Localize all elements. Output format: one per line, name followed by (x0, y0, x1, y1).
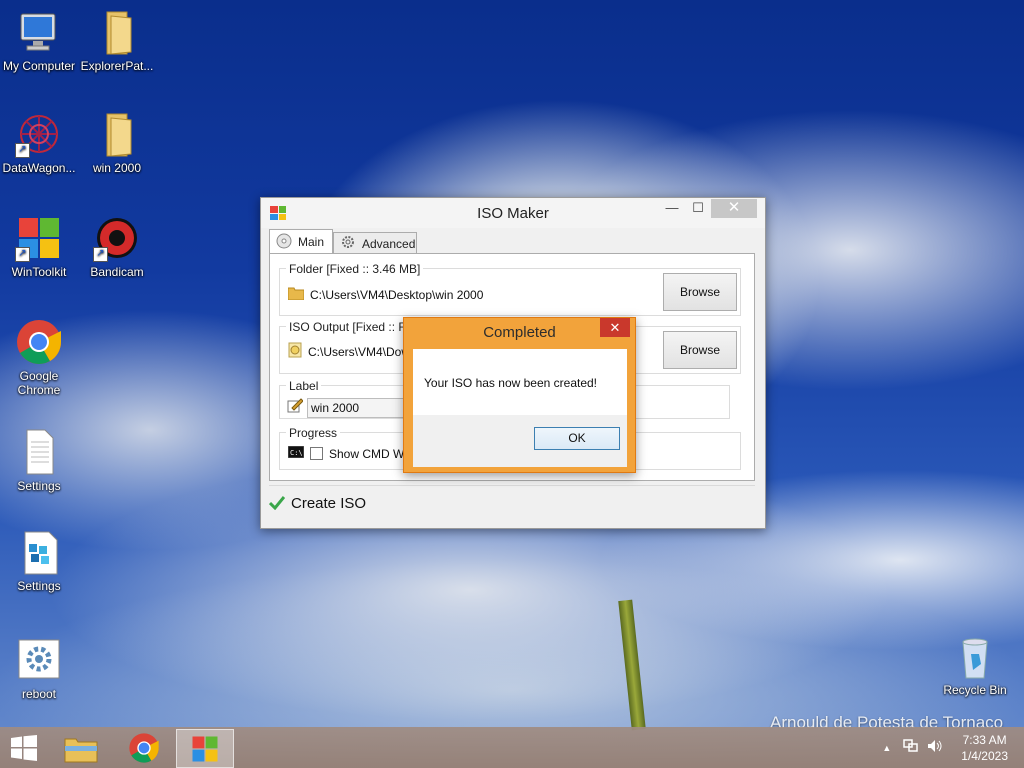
dialog-footer: OK (413, 415, 627, 467)
taskbar-chrome[interactable] (116, 729, 172, 766)
taskbar: ▲ 7:33 AM 1/4/2023 (0, 727, 1024, 768)
show-cmd-label: Show CMD Wir (329, 446, 412, 461)
recycle-bin-icon (951, 632, 999, 680)
wallpaper-flower-stem (618, 599, 646, 731)
start-button[interactable] (6, 733, 42, 763)
folder-icon (93, 8, 141, 56)
output-path: C:\Users\VM4\Dow (308, 344, 411, 359)
dialog-body: Your ISO has now been created! OK (413, 349, 627, 467)
desktop-icon-label: win 2000 (92, 161, 142, 175)
computer-icon (15, 8, 63, 56)
ok-button[interactable]: OK (534, 427, 620, 450)
label-input[interactable]: win 2000 (307, 398, 408, 418)
output-browse-button[interactable]: Browse (663, 331, 737, 369)
desktop-icon-chrome[interactable]: Google Chrome (0, 318, 78, 397)
show-cmd-checkbox[interactable] (310, 447, 323, 460)
folder-path: C:\Users\VM4\Desktop\win 2000 (310, 287, 484, 302)
chrome-icon (129, 732, 159, 763)
clock-time: 7:33 AM (962, 732, 1007, 747)
desktop-icon-label: ExplorerPat... (80, 59, 154, 73)
folder-group: Folder [Fixed :: 3.46 MB] C:\Users\VM4\D… (279, 262, 741, 316)
svg-text:C:\: C:\ (290, 449, 303, 457)
network-icon[interactable] (903, 739, 919, 756)
folder-icon (93, 110, 141, 158)
wintoolkit-icon (192, 736, 218, 761)
folder-icon (287, 286, 305, 303)
file-explorer-icon (64, 738, 98, 762)
desktop-icon-recycle-bin[interactable]: Recycle Bin (936, 632, 1014, 697)
desktop-icon-label: Settings (17, 479, 61, 493)
reboot-icon (15, 636, 63, 684)
desktop-icon-explorerpat[interactable]: ExplorerPat... (78, 8, 156, 73)
checkmark-icon (268, 494, 286, 513)
tab-label: Advanced (362, 236, 416, 251)
minimize-button[interactable]: — (659, 198, 685, 218)
desktop-icon-settings-reg[interactable]: Settings (0, 528, 78, 593)
window-close-button[interactable]: ✕ (711, 199, 757, 218)
taskbar-file-explorer[interactable] (53, 729, 109, 766)
desktop-icon-label: Recycle Bin (943, 683, 1007, 697)
desktop-icon-bandicam[interactable]: ↗ Bandicam (78, 214, 156, 279)
folder-browse-button[interactable]: Browse (663, 273, 737, 311)
registry-icon (15, 528, 63, 576)
bandicam-icon: ↗ (93, 214, 141, 262)
cmd-row: C:\ Show CMD Wir (287, 445, 412, 461)
desktop-icon-label: Settings (17, 579, 61, 593)
text-file-icon (15, 428, 63, 476)
desktop-icon-reboot[interactable]: reboot (0, 636, 78, 701)
chrome-icon (15, 318, 63, 366)
disc-file-icon (288, 342, 302, 361)
desktop-icon-label: WinToolkit (11, 265, 67, 279)
tab-label: Main (298, 235, 325, 249)
desktop-icon-label: My Computer (2, 59, 76, 73)
completed-dialog: Completed ✕ Your ISO has now been create… (403, 317, 636, 473)
gear-icon (340, 234, 356, 253)
desktop-icon-wintoolkit[interactable]: ↗ WinToolkit (0, 214, 78, 279)
edit-label-icon (287, 397, 304, 416)
disc-icon (276, 233, 292, 252)
output-path-row: C:\Users\VM4\Dow (288, 342, 410, 361)
create-iso-button[interactable]: Create ISO (268, 485, 755, 520)
shortcut-arrow-icon: ↗ (15, 143, 30, 158)
label-group-label: Label (286, 379, 322, 393)
create-iso-label: Create ISO (291, 494, 367, 512)
tray-expand-icon[interactable]: ▲ (882, 743, 891, 753)
desktop-icon-my-computer[interactable]: My Computer (0, 8, 78, 73)
desktop-icon-datawagon[interactable]: ↗ DataWagon... (0, 110, 78, 175)
windows-logo-icon (11, 735, 37, 761)
wintoolkit-icon: ↗ (15, 214, 63, 262)
taskbar-iso-maker[interactable] (176, 729, 234, 768)
tab-advanced[interactable]: Advanced (333, 232, 417, 254)
desktop-icon-settings-file[interactable]: Settings (0, 428, 78, 493)
dialog-close-button[interactable]: ✕ (600, 318, 630, 337)
progress-group-label: Progress (286, 426, 341, 440)
folder-path-row: C:\Users\VM4\Desktop\win 2000 (287, 286, 484, 303)
desktop-icon-label: Bandicam (90, 265, 144, 279)
system-tray: ▲ 7:33 AM 1/4/2023 (882, 727, 1008, 768)
dialog-message: Your ISO has now been created! (424, 376, 598, 390)
volume-icon[interactable] (927, 739, 943, 756)
clock-date: 1/4/2023 (961, 748, 1008, 763)
taskbar-clock[interactable]: 7:33 AM 1/4/2023 (961, 732, 1008, 764)
window-titlebar[interactable]: ISO Maker — ☐ ✕ (261, 198, 765, 228)
desktop-icon-label: DataWagon... (2, 161, 76, 175)
shortcut-arrow-icon: ↗ (15, 247, 30, 262)
cmd-icon: C:\ (287, 445, 305, 461)
shortcut-arrow-icon: ↗ (93, 247, 108, 262)
folder-group-label: Folder [Fixed :: 3.46 MB] (286, 262, 424, 276)
desktop-icon-label: reboot (21, 687, 57, 701)
desktop-icon-win2000[interactable]: win 2000 (78, 110, 156, 175)
desktop-icon-label: Google Chrome (17, 369, 61, 397)
tab-main[interactable]: Main (269, 229, 333, 254)
maximize-button[interactable]: ☐ (685, 198, 711, 218)
datawagon-icon: ↗ (15, 110, 63, 158)
